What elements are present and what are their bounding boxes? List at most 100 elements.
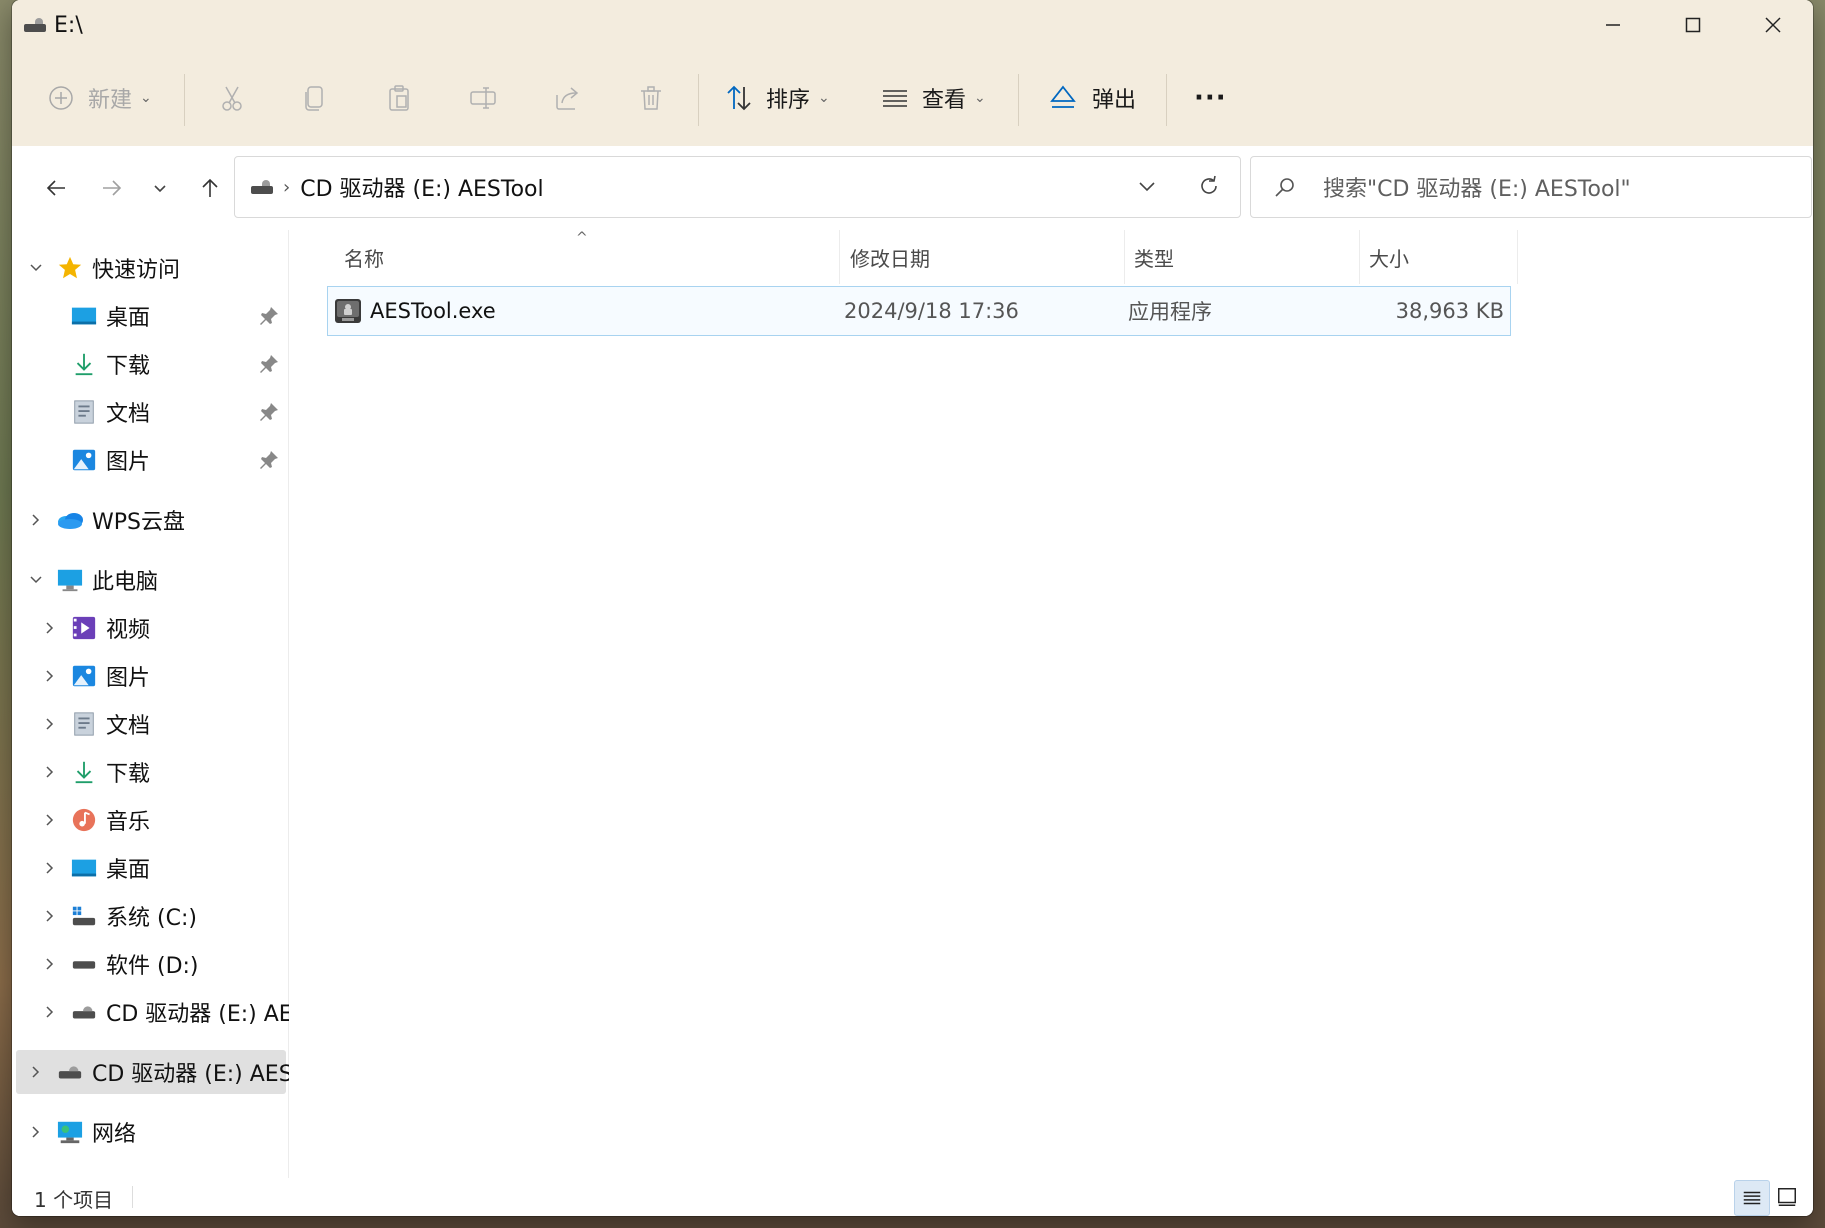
- sidebar-item-label: 图片: [106, 450, 151, 475]
- breadcrumb[interactable]: CD 驱动器 (E:) AESTool: [300, 171, 543, 203]
- pin-icon[interactable]: [258, 449, 280, 471]
- chevron-right-icon[interactable]: [26, 510, 46, 530]
- more-options-button[interactable]: ···: [1194, 50, 1227, 146]
- sidebar-item-drive-e-root[interactable]: CD 驱动器 (E:) AEST: [16, 1050, 306, 1094]
- sidebar-item-videos[interactable]: 视频: [12, 606, 282, 650]
- refresh-icon[interactable]: [1196, 173, 1222, 199]
- address-bar[interactable]: › CD 驱动器 (E:) AESTool: [234, 156, 1241, 218]
- toolbar-divider: [1166, 74, 1167, 126]
- chevron-down-icon: [154, 185, 166, 193]
- sidebar-item-music[interactable]: 音乐: [12, 798, 282, 842]
- chevron-right-icon[interactable]: [40, 618, 60, 638]
- column-header-name[interactable]: 名称: [344, 230, 744, 284]
- sidebar-item-label: 网络: [92, 1122, 137, 1147]
- chevron-right-icon[interactable]: [40, 858, 60, 878]
- toolbar-divider: [698, 74, 699, 126]
- star-icon: [56, 254, 84, 282]
- view-lines-icon: [883, 90, 907, 107]
- paste-button[interactable]: [384, 50, 414, 146]
- share-button[interactable]: [552, 50, 582, 146]
- explorer-window: E:\ 新建 ⌄ 排序 ⌄ 查看 ⌄ 弹出 ··· › CD 驱动器 (E:) …: [12, 0, 1813, 1216]
- chevron-right-icon[interactable]: [40, 906, 60, 926]
- sidebar-item-label: 软件 (D:): [106, 954, 199, 979]
- sidebar-item-pictures-pc[interactable]: 图片: [12, 654, 282, 698]
- sidebar-item-wps-cloud[interactable]: WPS云盘: [12, 498, 282, 542]
- chevron-right-icon[interactable]: [40, 810, 60, 830]
- document-icon: [70, 710, 98, 738]
- chevron-right-icon[interactable]: [40, 666, 60, 686]
- scissors-icon: [222, 86, 242, 111]
- sidebar-item-downloads[interactable]: 下载: [12, 342, 282, 386]
- rename-button[interactable]: [468, 50, 498, 146]
- more-icon: ···: [1194, 83, 1227, 113]
- sidebar-item-desktop[interactable]: 桌面: [12, 294, 282, 338]
- pin-icon[interactable]: [258, 353, 280, 375]
- delete-button[interactable]: [636, 50, 666, 146]
- view-button[interactable]: 查看 ⌄: [880, 50, 986, 146]
- chevron-down-icon[interactable]: [26, 258, 46, 278]
- minimize-button[interactable]: [1573, 0, 1653, 50]
- chevron-down-icon[interactable]: [26, 570, 46, 590]
- desktop-icon: [70, 302, 98, 330]
- chevron-right-icon[interactable]: [40, 762, 60, 782]
- sidebar-item-label: 文档: [106, 714, 151, 739]
- search-input[interactable]: 搜索"CD 驱动器 (E:) AESTool": [1250, 156, 1812, 218]
- sidebar-item-quick-access[interactable]: 快速访问: [12, 246, 282, 290]
- back-button[interactable]: [34, 166, 78, 210]
- file-type: 应用程序: [1128, 300, 1212, 324]
- sidebar-item-drive-d[interactable]: 软件 (D:): [12, 942, 282, 986]
- sidebar-item-desktop-pc[interactable]: 桌面: [12, 846, 282, 890]
- column-divider[interactable]: [1124, 230, 1125, 284]
- cd-drive-icon: [56, 1058, 84, 1086]
- window-title: E:\: [54, 12, 83, 38]
- cut-button[interactable]: [217, 50, 247, 146]
- cd-drive-icon: [70, 998, 98, 1026]
- system-drive-icon: [70, 902, 98, 930]
- sidebar-item-this-pc[interactable]: 此电脑: [12, 558, 282, 602]
- address-dropdown-icon[interactable]: [1134, 173, 1160, 199]
- item-count: 1 个项目: [34, 1188, 114, 1212]
- sidebar-item-network[interactable]: 网络: [12, 1110, 282, 1154]
- navigation-pane: 快速访问 桌面 下载 文档 图片 WPS云盘 此电脑 视频 图片 文档 下载 音…: [12, 230, 307, 1178]
- chevron-right-icon[interactable]: [40, 1002, 60, 1022]
- sidebar-item-downloads-pc[interactable]: 下载: [12, 750, 282, 794]
- sidebar-item-drive-c[interactable]: 系统 (C:): [12, 894, 282, 938]
- forward-button[interactable]: [90, 166, 134, 210]
- column-header-label: 类型: [1134, 246, 1174, 271]
- music-icon: [70, 806, 98, 834]
- column-divider[interactable]: [1359, 230, 1360, 284]
- recent-locations-button[interactable]: [138, 166, 182, 210]
- up-button[interactable]: [188, 166, 232, 210]
- details-view-button[interactable]: [1734, 1180, 1770, 1216]
- table-row[interactable]: AESTool.exe 2024/9/18 17:36 应用程序 38,963 …: [327, 286, 1511, 336]
- sidebar-item-documents[interactable]: 文档: [12, 390, 282, 434]
- column-divider[interactable]: [839, 230, 840, 284]
- new-button[interactable]: 新建 ⌄: [46, 50, 152, 146]
- column-header-modified[interactable]: 修改日期: [850, 230, 1080, 284]
- sidebar-item-pictures[interactable]: 图片: [12, 438, 282, 482]
- column-header-size[interactable]: 大小: [1369, 230, 1509, 284]
- new-label: 新建: [88, 88, 133, 113]
- chevron-right-icon[interactable]: [40, 714, 60, 734]
- status-divider: [132, 1186, 133, 1208]
- column-header-type[interactable]: 类型: [1134, 230, 1354, 284]
- sort-button[interactable]: 排序 ⌄: [724, 50, 830, 146]
- toolbar-divider: [184, 74, 185, 126]
- file-name[interactable]: AESTool.exe: [370, 287, 496, 335]
- close-button[interactable]: [1733, 0, 1813, 50]
- maximize-button[interactable]: [1653, 0, 1733, 50]
- large-icons-view-button[interactable]: [1770, 1180, 1804, 1214]
- breadcrumb-chevron-icon: ›: [283, 176, 291, 198]
- copy-button[interactable]: [300, 50, 330, 146]
- sidebar-item-documents-pc[interactable]: 文档: [12, 702, 282, 746]
- pin-icon[interactable]: [258, 305, 280, 327]
- chevron-right-icon[interactable]: [26, 1062, 46, 1082]
- column-divider[interactable]: [1517, 230, 1518, 284]
- column-header-label: 名称: [344, 246, 384, 271]
- eject-button[interactable]: 弹出: [1048, 50, 1136, 146]
- chevron-right-icon[interactable]: [40, 954, 60, 974]
- chevron-right-icon[interactable]: [26, 1122, 46, 1142]
- pin-icon[interactable]: [258, 401, 280, 423]
- sidebar-item-drive-e[interactable]: CD 驱动器 (E:) AES: [12, 990, 307, 1034]
- column-header-label: 修改日期: [850, 246, 930, 271]
